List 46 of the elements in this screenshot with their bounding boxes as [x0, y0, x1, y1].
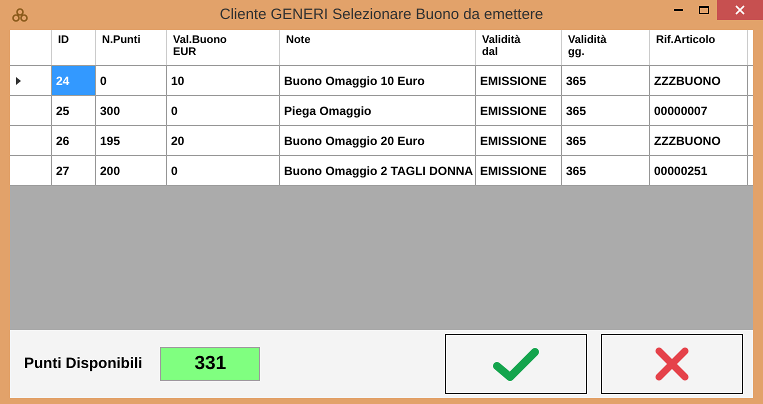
table-cell: 26	[52, 126, 96, 155]
table-cell: 0	[167, 96, 280, 125]
table-cell: 365	[562, 66, 650, 95]
checkmark-icon	[492, 346, 540, 382]
table-cell: Buono Omaggio 20 Euro	[280, 126, 476, 155]
table-cell: 0	[96, 66, 167, 95]
table-cell: 365	[562, 126, 650, 155]
table-cell: Buono Omaggio 2 TAGLI DONNA	[280, 156, 476, 185]
table-cell: 300	[96, 96, 167, 125]
table-cell: 27	[52, 156, 96, 185]
table-cell: 00000007	[650, 96, 748, 125]
table-cell: EMISSIONE	[476, 96, 562, 125]
column-header[interactable]: Validità gg.	[562, 30, 650, 65]
table-cell: 24	[52, 66, 96, 95]
table-cell: 365	[562, 156, 650, 185]
column-header[interactable]: ID	[52, 30, 96, 65]
table-cell: EMISSIONE	[476, 126, 562, 155]
table-cell: 200	[96, 156, 167, 185]
table-cell: 25	[52, 96, 96, 125]
column-header[interactable]: N.Punti	[96, 30, 167, 65]
column-header[interactable]: Rif.Articolo	[650, 30, 748, 65]
table-cell: 195	[96, 126, 167, 155]
current-row-icon	[16, 76, 21, 84]
confirm-button[interactable]	[445, 334, 587, 394]
table-cell: ZZZBUONO	[650, 126, 748, 155]
cancel-button[interactable]	[601, 334, 743, 394]
table-cell: ZZZBUONO	[650, 66, 748, 95]
points-field: 331	[160, 347, 260, 381]
table-cell: 20	[167, 126, 280, 155]
close-button[interactable]	[717, 0, 763, 20]
table-cell: 00000251	[650, 156, 748, 185]
table-cell: 10	[167, 66, 280, 95]
points-label: Punti Disponibili	[24, 354, 142, 374]
app-logo-icon	[12, 8, 28, 22]
table-cell: EMISSIONE	[476, 156, 562, 185]
column-header[interactable]: Validità dal	[476, 30, 562, 65]
column-header[interactable]: Note	[280, 30, 476, 65]
table-cell: EMISSIONE	[476, 66, 562, 95]
table-cell: 365	[562, 96, 650, 125]
window-title: Cliente GENERI Selezionare Buono da emettere	[220, 4, 544, 25]
close-icon	[654, 346, 690, 382]
column-header[interactable]: Val.Buono EUR	[167, 30, 280, 65]
table-cell: 0	[167, 156, 280, 185]
table-cell: Buono Omaggio 10 Euro	[280, 66, 476, 95]
close-icon	[735, 5, 745, 15]
table-cell: Piega Omaggio	[280, 96, 476, 125]
